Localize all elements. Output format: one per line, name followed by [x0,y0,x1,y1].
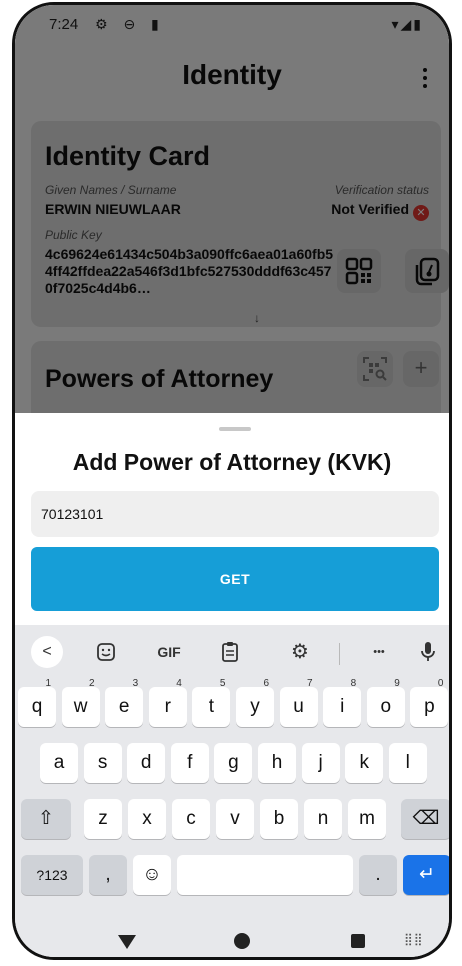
key-y[interactable]: y6 [236,678,274,727]
shift-key[interactable]: ⇧ [21,799,71,839]
microphone-icon[interactable] [413,637,443,667]
key-a[interactable]: a [40,743,78,783]
more-options-button[interactable]: ••• [361,637,397,667]
key-n[interactable]: n [304,799,342,839]
key-w[interactable]: w2 [61,678,100,727]
key-r-hint: 4 [176,678,182,689]
system-nav-bar: ⣿⣿ [15,929,449,957]
nav-home-icon[interactable] [234,933,250,949]
nav-back-icon[interactable] [118,935,136,949]
key-b[interactable]: b [260,799,298,839]
enter-key[interactable]: ↵ [403,855,449,895]
period-key[interactable]: . [359,855,397,895]
key-e[interactable]: e3 [105,678,144,727]
key-e-hint: 3 [132,678,139,689]
nav-recents-icon[interactable] [351,934,365,948]
phone-frame: 7:24 ⚙ ⊖ ▮ ▾◢▮ Identity Identity Card Gi… [12,2,452,960]
key-m[interactable]: m [348,799,386,839]
key-p-hint: 0 [437,678,444,689]
key-r[interactable]: r4 [148,678,187,727]
add-power-of-attorney-sheet: Add Power of Attorney (KVK) GET [15,413,449,625]
sheet-drag-handle[interactable] [219,427,251,431]
key-y-hint: 6 [263,678,269,689]
key-l[interactable]: l [388,743,427,783]
emoji-key[interactable]: ☺ [133,855,171,895]
key-q-hint: 1 [45,678,51,689]
key-h[interactable]: h [258,743,296,783]
symbols-key[interactable]: ?123 [21,855,83,895]
sticker-icon[interactable] [91,637,121,667]
on-screen-keyboard: < GIF ⚙ ••• q1w2e3r4t5y6u7i8o9p0 asdfghj… [15,625,449,929]
key-f[interactable]: f [170,743,209,783]
backspace-key[interactable]: ⌫ [401,799,449,839]
key-u-hint: 7 [307,678,313,689]
keyboard-switch-icon[interactable]: ⣿⣿ [404,932,424,946]
space-key[interactable] [177,855,353,895]
clipboard-icon[interactable] [215,637,245,667]
key-x[interactable]: x [128,799,166,839]
modal-scrim[interactable] [15,5,449,415]
key-d[interactable]: d [127,743,166,783]
key-i[interactable]: i8 [323,678,362,727]
key-u[interactable]: u7 [279,678,318,727]
keyboard-toolbar: < GIF ⚙ ••• [15,631,449,671]
toolbar-divider [339,643,340,665]
comma-key[interactable]: , [89,855,127,895]
key-g[interactable]: g [214,743,253,783]
key-k[interactable]: k [345,743,384,783]
get-button[interactable]: GET [31,547,439,611]
key-v[interactable]: v [216,799,254,839]
keyboard-settings-gear-icon[interactable]: ⚙ [285,637,315,667]
keyboard-collapse-button[interactable]: < [31,636,63,668]
key-s[interactable]: s [83,743,122,783]
key-j[interactable]: j [301,743,340,783]
key-t-hint: 5 [219,678,226,689]
key-t[interactable]: t5 [192,678,231,727]
screen: 7:24 ⚙ ⊖ ▮ ▾◢▮ Identity Identity Card Gi… [15,5,449,957]
key-c[interactable]: c [172,799,210,839]
sheet-title: Add Power of Attorney (KVK) [72,449,392,475]
key-o-hint: 9 [394,678,400,689]
key-z[interactable]: z [84,799,122,839]
key-q[interactable]: q1 [18,678,56,727]
key-w-hint: 2 [89,678,95,689]
key-p[interactable]: p0 [410,678,449,727]
gif-button[interactable]: GIF [149,637,189,667]
key-o[interactable]: o9 [366,678,405,727]
kvk-number-input[interactable] [31,491,439,537]
key-i-hint: 8 [350,678,357,689]
